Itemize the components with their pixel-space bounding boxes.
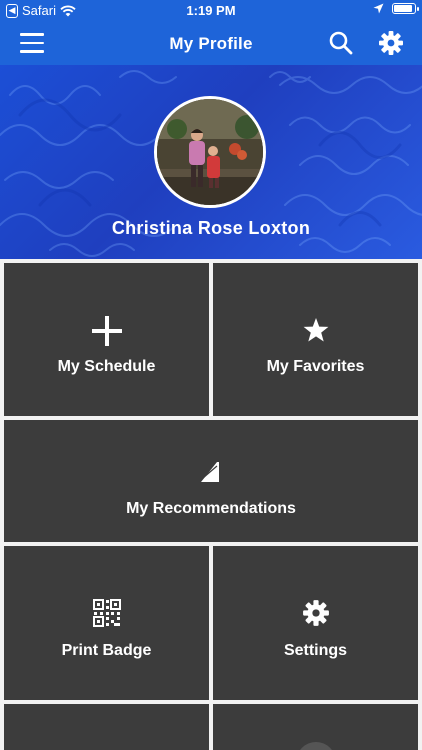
my-recommendations-tile[interactable]: My Recommendations bbox=[4, 420, 418, 542]
status-bar: ◀ Safari 1:19 PM bbox=[0, 0, 422, 22]
star-icon bbox=[303, 318, 328, 342]
my-recommendations-label: My Recommendations bbox=[126, 500, 296, 517]
search-icon[interactable] bbox=[328, 30, 354, 56]
settings-tile[interactable]: Settings bbox=[213, 546, 418, 700]
settings-label: Settings bbox=[283, 642, 348, 659]
my-schedule-label: My Schedule bbox=[57, 358, 156, 375]
my-favorites-label: My Favorites bbox=[266, 358, 365, 375]
print-badge-tile[interactable]: Print Badge bbox=[4, 546, 209, 700]
gear-icon bbox=[302, 600, 329, 626]
next-tile-right[interactable] bbox=[213, 704, 418, 750]
profile-header: Christina Rose Loxton bbox=[0, 65, 422, 259]
avatar[interactable] bbox=[154, 96, 266, 208]
gear-icon[interactable] bbox=[378, 30, 404, 56]
my-schedule-tile[interactable]: My Schedule bbox=[4, 263, 209, 416]
status-time: 1:19 PM bbox=[186, 3, 236, 18]
page-title: My Profile bbox=[169, 34, 253, 53]
next-tile-left[interactable] bbox=[4, 704, 209, 750]
recommendations-icon bbox=[201, 462, 219, 482]
battery-level bbox=[394, 5, 412, 12]
profile-name: Christina Rose Loxton bbox=[111, 218, 311, 238]
profile-photo bbox=[157, 99, 263, 205]
qr-code-icon bbox=[92, 599, 121, 627]
my-favorites-tile[interactable]: My Favorites bbox=[213, 263, 418, 416]
status-right bbox=[373, 3, 419, 14]
plus-icon bbox=[91, 316, 122, 346]
battery-icon bbox=[392, 3, 419, 14]
location-arrow-icon bbox=[373, 3, 384, 14]
print-badge-label: Print Badge bbox=[61, 642, 152, 659]
next-tile-icon bbox=[296, 742, 336, 750]
nav-bar: My Profile bbox=[0, 22, 422, 65]
